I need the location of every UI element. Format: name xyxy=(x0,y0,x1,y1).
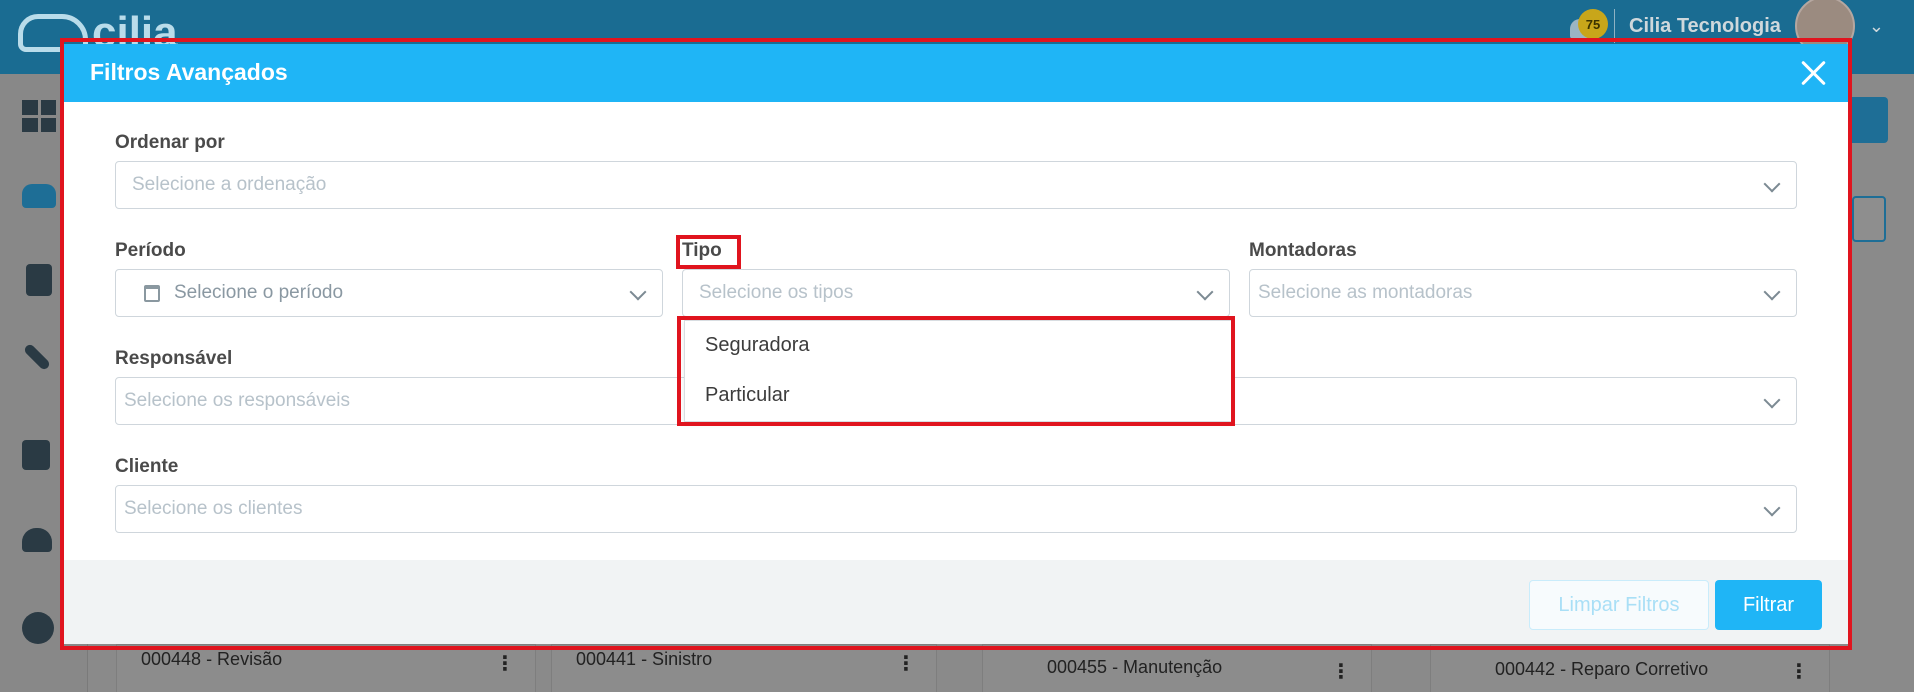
montadoras-label: Montadoras xyxy=(1249,240,1357,261)
notifications-button[interactable]: 75 xyxy=(1566,9,1609,43)
company-name: Cilia Tecnologia xyxy=(1629,14,1781,37)
background-card: 000442 - Reparo Corretivo ⋮ xyxy=(1430,644,1830,692)
chevron-down-icon xyxy=(1763,499,1781,517)
chevron-down-icon xyxy=(1763,283,1781,301)
chevron-down-icon[interactable]: ⌄ xyxy=(1869,16,1884,37)
ordenar-select[interactable]: Selecione a ordenação xyxy=(115,161,1797,209)
periodo-placeholder: Selecione o período xyxy=(174,282,344,303)
dollar-icon[interactable] xyxy=(22,612,54,644)
cliente-placeholder: Selecione os clientes xyxy=(124,498,303,519)
responsavel-label: Responsável xyxy=(115,348,233,369)
chevron-down-icon xyxy=(1763,175,1781,193)
cliente-label: Cliente xyxy=(115,456,179,477)
clipboard-icon[interactable] xyxy=(26,264,52,296)
more-options-icon: ⋮ xyxy=(495,653,515,675)
clear-filters-button[interactable]: Limpar Filtros xyxy=(1529,580,1709,630)
cliente-select[interactable]: Selecione os clientes xyxy=(115,485,1797,533)
chevron-down-icon xyxy=(1196,283,1214,301)
card-title: 000455 - Manutenção xyxy=(1047,657,1223,677)
more-options-icon: ⋮ xyxy=(1331,661,1351,683)
background-card: 000441 - Sinistro ⋮ xyxy=(551,644,937,692)
close-icon[interactable] xyxy=(1798,58,1828,88)
dashboard-icon[interactable] xyxy=(22,100,56,132)
card-title: 000441 - Sinistro xyxy=(576,649,713,669)
tipo-dropdown-menu: Seguradora Particular xyxy=(684,320,1232,422)
periodo-select[interactable]: Selecione o período xyxy=(115,269,663,317)
ordenar-label: Ordenar por xyxy=(115,132,225,153)
tipo-option-particular[interactable]: Particular xyxy=(705,384,789,407)
car-icon[interactable] xyxy=(22,184,56,208)
advanced-filters-modal: Filtros Avançados Ordenar por Selecione … xyxy=(64,44,1848,644)
ordenar-placeholder: Selecione a ordenação xyxy=(132,174,327,195)
divider xyxy=(1614,9,1616,43)
notification-badge: 75 xyxy=(1578,9,1609,39)
montadoras-placeholder: Selecione as montadoras xyxy=(1258,282,1473,303)
periodo-label: Período xyxy=(115,240,186,261)
add-user-icon[interactable] xyxy=(22,528,52,552)
calendar-icon xyxy=(144,284,160,302)
wrench-icon[interactable] xyxy=(22,342,52,372)
chevron-down-icon xyxy=(629,283,647,301)
filter-button[interactable]: Filtrar xyxy=(1715,580,1822,630)
more-options-icon: ⋮ xyxy=(1789,661,1809,683)
refresh-icon xyxy=(1852,196,1886,242)
chevron-down-icon xyxy=(1763,391,1781,409)
tipo-label: Tipo xyxy=(682,240,722,261)
modal-header: Filtros Avançados xyxy=(64,44,1848,102)
montadoras-select[interactable]: Selecione as montadoras xyxy=(1249,269,1797,317)
tipo-placeholder: Selecione os tipos xyxy=(699,282,854,303)
more-options-icon: ⋮ xyxy=(896,653,916,675)
responsavel-placeholder: Selecione os responsáveis xyxy=(124,390,351,411)
archive-icon[interactable] xyxy=(22,440,50,470)
background-card: 000455 - Manutenção ⋮ xyxy=(982,644,1372,692)
card-title: 000448 - Revisão xyxy=(141,649,283,669)
card-title: 000442 - Reparo Corretivo xyxy=(1495,659,1709,679)
tipo-select[interactable]: Selecione os tipos xyxy=(682,269,1230,317)
background-card: 000448 - Revisão ⋮ xyxy=(116,644,536,692)
modal-title: Filtros Avançados xyxy=(90,59,288,85)
tipo-option-seguradora[interactable]: Seguradora xyxy=(705,334,810,357)
